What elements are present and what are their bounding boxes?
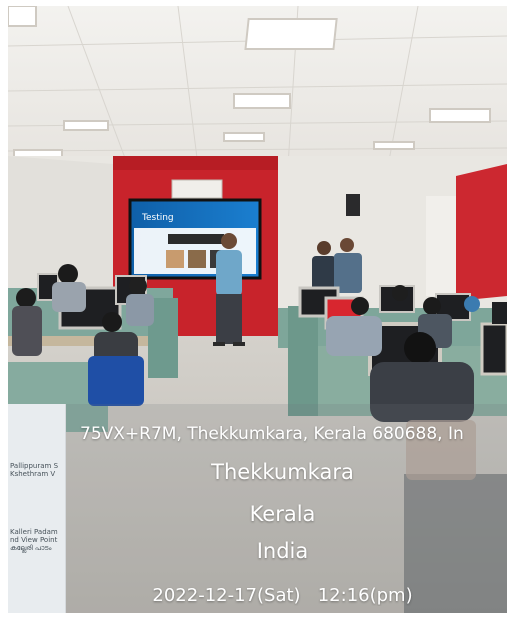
geotag-datetime: 2022-12-17(Sat) 12:16(pm) [152, 585, 413, 606]
geotag-city: Thekkumkara [211, 460, 354, 484]
map-label: Pallippuram S [10, 462, 59, 470]
map-label: Kshethram V [10, 470, 56, 478]
geotag-address: 75VX+R7M, Thekkumkara, Kerala 680688, In [80, 424, 464, 444]
map-thumbnail: Pallippuram S Kshethram V Kalleri Padam … [8, 404, 66, 613]
right-red-wall [456, 164, 507, 301]
screen-title: Testing [141, 213, 174, 223]
speaker [346, 194, 360, 216]
geotag-state: Kerala [249, 502, 316, 526]
map-label: Kalleri Padam [10, 528, 58, 536]
geotag-country: India [256, 539, 309, 563]
map-label: nd View Point [10, 536, 58, 544]
map-label: കല്ലേരി പാടം [10, 544, 52, 552]
